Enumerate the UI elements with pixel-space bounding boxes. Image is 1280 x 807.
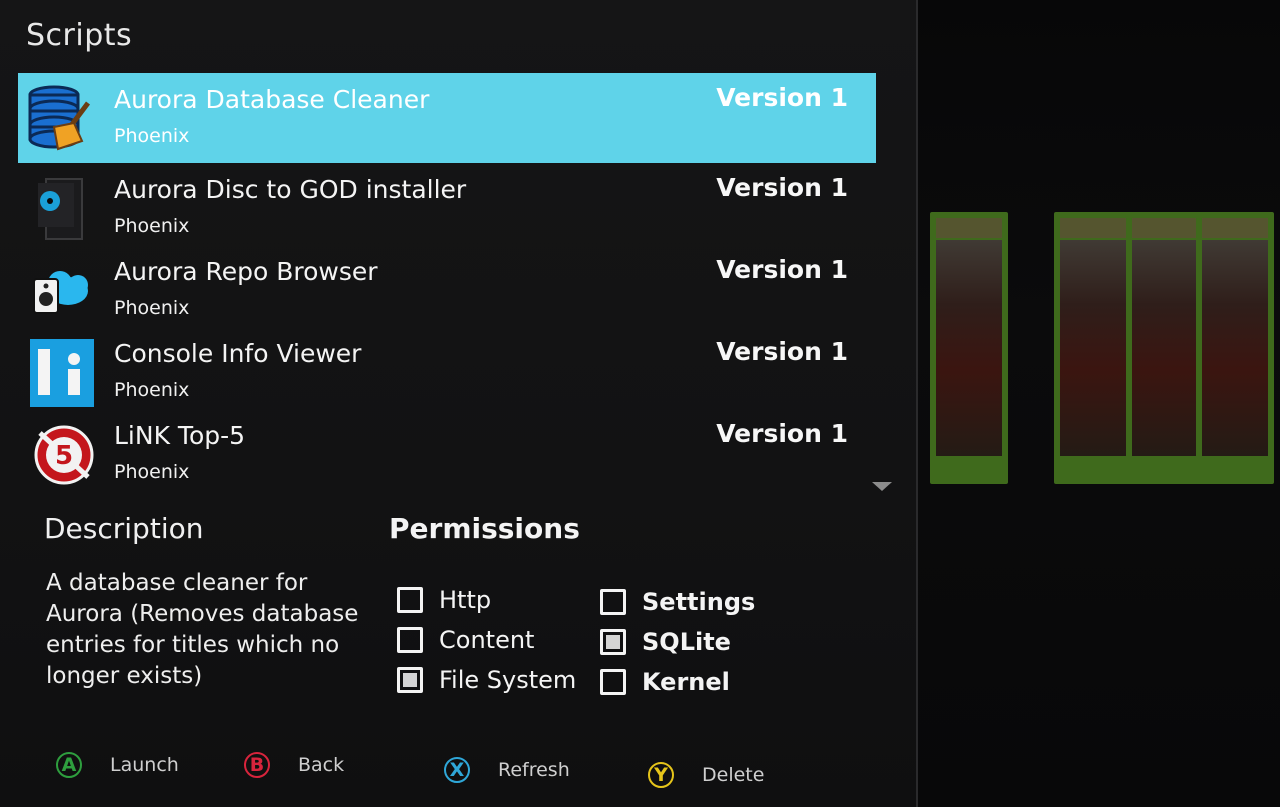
script-author: Phoenix (114, 379, 190, 401)
checkbox-icon (397, 627, 423, 653)
scripts-list[interactable]: Aurora Database Cleaner Phoenix Version … (18, 73, 876, 491)
permission-sqlite: SQLite (600, 626, 731, 658)
script-row-database-cleaner[interactable]: Aurora Database Cleaner Phoenix Version … (18, 73, 876, 163)
permission-settings: Settings (600, 586, 755, 618)
script-author: Phoenix (114, 297, 190, 319)
description-title: Description (44, 512, 204, 545)
refresh-label: Refresh (498, 759, 570, 781)
svg-text:5: 5 (55, 441, 73, 471)
script-row-link-top5[interactable]: 5 LiNK Top-5 Phoenix Version 1 (18, 409, 876, 491)
script-version: Version 1 (716, 83, 848, 112)
game-cover (1196, 212, 1274, 484)
permission-content: Content (397, 624, 534, 656)
cloud-speaker-icon (24, 255, 94, 325)
script-name: Console Info Viewer (114, 339, 362, 368)
permission-label: Http (439, 586, 492, 614)
disc-console-icon (24, 173, 94, 243)
script-name: LiNK Top-5 (114, 421, 246, 450)
database-broom-icon (24, 83, 94, 153)
permission-http: Http (397, 584, 491, 616)
game-cover (1054, 212, 1132, 484)
script-row-disc-to-god[interactable]: Aurora Disc to GOD installer Phoenix Ver… (18, 163, 876, 245)
scroll-down-icon[interactable] (872, 482, 892, 491)
script-author: Phoenix (114, 461, 190, 483)
x-button-icon: X (444, 757, 470, 783)
delete-label: Delete (702, 764, 765, 786)
y-button-icon: Y (648, 762, 674, 788)
refresh-button[interactable]: X Refresh (444, 752, 570, 788)
script-version: Version 1 (716, 173, 848, 202)
script-author: Phoenix (114, 215, 190, 237)
scripts-panel: Scripts Aurora Database Cleaner Phoenix (0, 0, 918, 807)
script-version: Version 1 (716, 419, 848, 448)
script-row-console-info[interactable]: Console Info Viewer Phoenix Version 1 (18, 327, 876, 409)
checkbox-checked-icon (600, 629, 626, 655)
permission-label: Content (439, 626, 535, 654)
permissions-title: Permissions (389, 512, 580, 545)
description-text: A database cleaner for Aurora (Removes d… (46, 570, 359, 689)
checkbox-icon (397, 587, 423, 613)
background-game-covers (918, 0, 1280, 807)
permission-file-system: File System (397, 664, 576, 696)
back-label: Back (298, 754, 345, 776)
link-top5-icon: 5 (24, 419, 94, 489)
delete-button[interactable]: Y Delete (648, 757, 764, 793)
permission-label: SQLite (642, 628, 731, 656)
permission-kernel: Kernel (600, 666, 730, 698)
page-title: Scripts (26, 18, 133, 53)
b-button-icon: B (244, 752, 270, 778)
checkbox-checked-icon (397, 667, 423, 693)
game-cover (1126, 212, 1204, 484)
permission-label: Settings (642, 588, 756, 616)
script-name: Aurora Database Cleaner (114, 85, 430, 114)
script-name: Aurora Disc to GOD installer (114, 175, 467, 204)
script-author: Phoenix (114, 125, 190, 147)
a-button-icon: A (56, 752, 82, 778)
checkbox-icon (600, 669, 626, 695)
game-cover (930, 212, 1008, 484)
info-icon (24, 337, 98, 407)
script-row-repo-browser[interactable]: Aurora Repo Browser Phoenix Version 1 (18, 245, 876, 327)
checkbox-icon (600, 589, 626, 615)
launch-label: Launch (110, 754, 179, 776)
script-version: Version 1 (716, 337, 848, 366)
script-version: Version 1 (716, 255, 848, 284)
permission-label: File System (439, 666, 577, 694)
back-button[interactable]: B Back (244, 747, 344, 783)
launch-button[interactable]: A Launch (56, 747, 179, 783)
permission-label: Kernel (642, 668, 730, 696)
script-name: Aurora Repo Browser (114, 257, 378, 286)
